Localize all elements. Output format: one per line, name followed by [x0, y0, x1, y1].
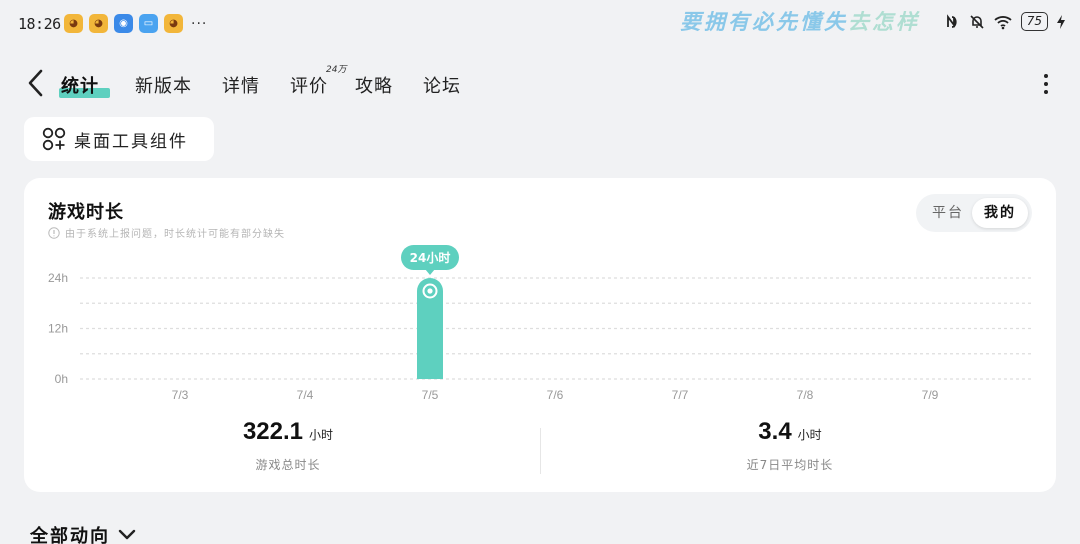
stat-average-label: 近7日平均时长: [746, 458, 834, 472]
stat-average: 3.4 小时 近7日平均时长: [660, 418, 920, 473]
wifi-icon: [994, 15, 1012, 29]
stat-total: 322.1 小时 游戏总时长: [158, 418, 418, 473]
system-icons: 75: [945, 12, 1066, 31]
face-app-icon: ◕: [64, 14, 83, 33]
charging-icon: [1057, 14, 1065, 29]
scope-toggle: 平台 我的: [916, 194, 1032, 232]
all-activity-dropdown[interactable]: 全部动向: [30, 522, 136, 544]
chart-x-tick-label: 7/6: [547, 388, 564, 402]
chevron-down-icon: [118, 529, 136, 540]
desktop-widget-button[interactable]: 桌面工具组件: [24, 117, 214, 161]
stat-total-value: 322.1: [242, 418, 304, 445]
more-notifications-icon: ···: [191, 15, 208, 32]
status-bar: 18:26 ◕ ◕ ◉ ▭ ◕ ··· 要拥有必先懂失去怎样 75: [0, 0, 1080, 46]
widgets-icon: [42, 127, 66, 151]
chart-x-tick-label: 7/4: [297, 388, 314, 402]
toggle-platform[interactable]: 平台: [920, 198, 976, 228]
notification-icons: ◕ ◕ ◉ ▭ ◕ ···: [64, 14, 207, 33]
stat-average-unit: 小时: [797, 428, 822, 442]
toggle-mine[interactable]: 我的: [972, 198, 1028, 228]
watermark-text: 要拥有必先懂失去怎样: [680, 6, 920, 36]
info-icon: [48, 226, 60, 239]
battery-icon: 75: [1020, 12, 1048, 31]
status-time: 18:26: [18, 15, 61, 33]
face-app-icon: ◕: [164, 14, 183, 33]
watermark-tail: 去怎样: [848, 9, 920, 34]
tab-stats[interactable]: 统计: [61, 72, 99, 98]
nfc-icon: [946, 13, 957, 28]
review-count-badge: 24万: [326, 65, 347, 75]
chart-bar-marker-dot: [427, 288, 433, 294]
playtime-card: 游戏时长 由于系统上报问题，时长统计可能有部分缺失 平台 我的 0h 12h 24h…: [24, 178, 1056, 492]
more-menu-icon[interactable]: [1038, 72, 1054, 96]
tab-new-version[interactable]: 新版本: [135, 72, 192, 98]
tab-forum[interactable]: 论坛: [423, 72, 461, 98]
chart-x-tick-label: 7/7: [672, 388, 689, 402]
chart-x-tick-label: 7/9: [922, 388, 939, 402]
tab-details[interactable]: 详情: [222, 72, 260, 98]
face-app-icon: ◕: [89, 14, 108, 33]
chart-y-tick-label: 0h: [55, 372, 68, 386]
stat-total-unit: 小时: [309, 428, 334, 442]
card-title: 游戏时长: [48, 202, 124, 223]
watermark-main: 要拥有必先懂失: [680, 9, 848, 34]
chart-tooltip-pointer: [425, 269, 435, 275]
top-nav: 统计 新版本 详情 评价 攻略 论坛: [0, 58, 1080, 106]
playtime-chart: 0h 12h 24h 7/3 7/4 7/5 7/6 7/7 7/8 7/9 24小时: [48, 245, 1032, 402]
mute-bell-icon: [970, 14, 984, 29]
chart-x-tick-label: 7/8: [797, 388, 814, 402]
stat-average-value: 3.4: [758, 418, 792, 445]
chart-tooltip-label: 24小时: [410, 250, 451, 265]
chat-app-icon: ▭: [139, 14, 158, 33]
back-arrow-icon[interactable]: [24, 68, 48, 98]
all-activity-label: 全部动向: [30, 526, 110, 544]
desktop-widget-label: 桌面工具组件: [74, 131, 188, 152]
chart-x-tick-label: 7/5: [422, 388, 439, 402]
chart-y-tick-label: 12h: [48, 322, 68, 336]
tab-guides[interactable]: 攻略: [355, 72, 393, 98]
chart-x-tick-label: 7/3: [172, 388, 189, 402]
stat-divider: [540, 428, 541, 474]
chart-y-tick-label: 24h: [48, 271, 68, 285]
stat-total-label: 游戏总时长: [255, 458, 321, 472]
compass-app-icon: ◉: [114, 14, 133, 33]
tab-reviews[interactable]: 评价: [290, 72, 328, 98]
